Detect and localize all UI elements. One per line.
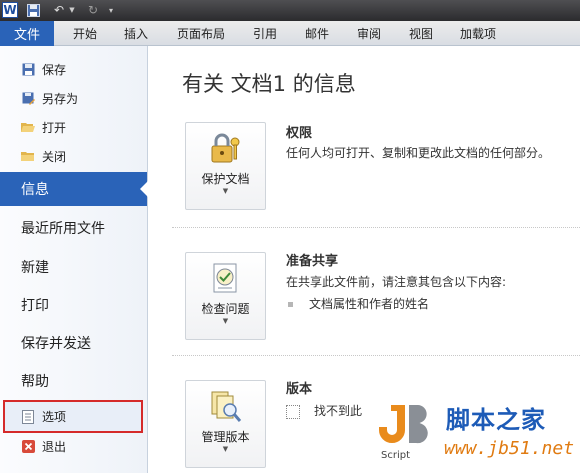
section-divider [172,227,580,228]
nav-print[interactable]: 打印 [0,288,147,322]
versions-icon [210,390,242,424]
nav-new[interactable]: 新建 [0,250,147,284]
page-title: 有关 文档1 的信息 [182,72,356,96]
check-for-issues-button[interactable]: 检查问题 ▼ [185,252,266,340]
exit-icon [21,439,35,453]
versions-title: 版本 [286,382,313,397]
site-watermark: Script 脚本之家 www.jb51.net [364,394,580,473]
versions-description: 找不到此 [314,404,363,418]
nav-open-label: 打开 [42,120,67,135]
document-info-icon [286,404,300,419]
nav-save-label: 保存 [42,62,67,77]
tab-file[interactable]: 文件 [0,21,54,46]
word-logo-icon[interactable]: W [2,2,18,18]
manage-versions-label: 管理版本 [201,430,250,444]
check-for-issues-label: 检查问题 [201,302,250,316]
save-as-icon [21,91,35,105]
customize-quick-access-icon[interactable]: ▾ [106,2,116,18]
checklist-icon [210,262,242,296]
nav-save-as[interactable]: 另存为 [0,87,147,109]
permissions-title: 权限 [286,126,313,141]
prepare-sharing-title: 准备共享 [286,254,339,269]
ribbon-tab-bar: 文件 开始 插入 页面布局 引用 邮件 审阅 视图 加载项 [0,21,580,46]
undo-dropdown-icon[interactable]: ▼ [68,2,76,18]
options-icon [21,409,35,424]
nav-close[interactable]: 关闭 [0,145,147,167]
nav-save-as-label: 另存为 [42,91,79,106]
dropdown-arrow-icon: ▼ [222,317,229,325]
dropdown-arrow-icon: ▼ [222,187,229,195]
watermark-site-name: 脚本之家 [446,406,546,434]
manage-versions-button[interactable]: 管理版本 ▼ [185,380,266,468]
nav-save-and-send[interactable]: 保存并发送 [0,326,147,360]
save-icon [21,62,35,76]
versions-description-row: 找不到此 [286,402,362,419]
lock-key-icon [210,132,242,166]
protect-document-button[interactable]: 保护文档 ▼ [185,122,266,210]
protect-document-label: 保护文档 [201,172,250,186]
watermark-url: www.jb51.net [444,438,575,459]
tab-addins[interactable]: 加载项 [460,21,496,46]
nav-save[interactable]: 保存 [0,58,147,80]
prepare-sharing-description: 在共享此文件前，请注意其包含以下内容: [286,275,507,289]
nav-help[interactable]: 帮助 [0,364,147,398]
undo-icon[interactable]: ↶ [52,2,66,18]
nav-open[interactable]: 打开 [0,116,147,138]
nav-exit-label: 退出 [42,439,67,454]
redo-icon[interactable]: ↻ [86,2,100,18]
tab-review[interactable]: 审阅 [357,21,381,46]
tab-home[interactable]: 开始 [73,21,97,46]
open-folder-icon [21,120,35,134]
tab-view[interactable]: 视图 [409,21,433,46]
backstage-sidebar: 保存 另存为 打开 关闭 信息 最近所用文件 新建 打印 保存并发送 帮助 选项… [0,46,148,473]
dropdown-arrow-icon: ▼ [222,445,229,453]
tab-mailings[interactable]: 邮件 [305,21,329,46]
nav-exit[interactable]: 退出 [0,435,147,457]
nav-options-label: 选项 [42,410,67,424]
bullet-text: 文档属性和作者的姓名 [309,297,430,311]
list-item: 文档属性和作者的姓名 [288,295,429,312]
nav-close-label: 关闭 [42,149,67,164]
nav-recent[interactable]: 最近所用文件 [0,211,147,245]
section-divider [172,355,580,356]
quick-save-icon[interactable] [26,2,40,18]
tab-insert[interactable]: 插入 [124,21,148,46]
nav-info[interactable]: 信息 [0,172,148,206]
title-bar: W ↶ ▼ ↻ ▾ [0,0,580,21]
tab-page-layout[interactable]: 页面布局 [177,21,225,46]
watermark-script-text: Script [381,450,411,461]
permissions-description: 任何人均可打开、复制和更改此文档的任何部分。 [286,146,551,160]
close-folder-icon [21,149,35,163]
tab-references[interactable]: 引用 [253,21,277,46]
nav-options[interactable]: 选项 [3,400,143,433]
bullet-icon [288,302,293,307]
